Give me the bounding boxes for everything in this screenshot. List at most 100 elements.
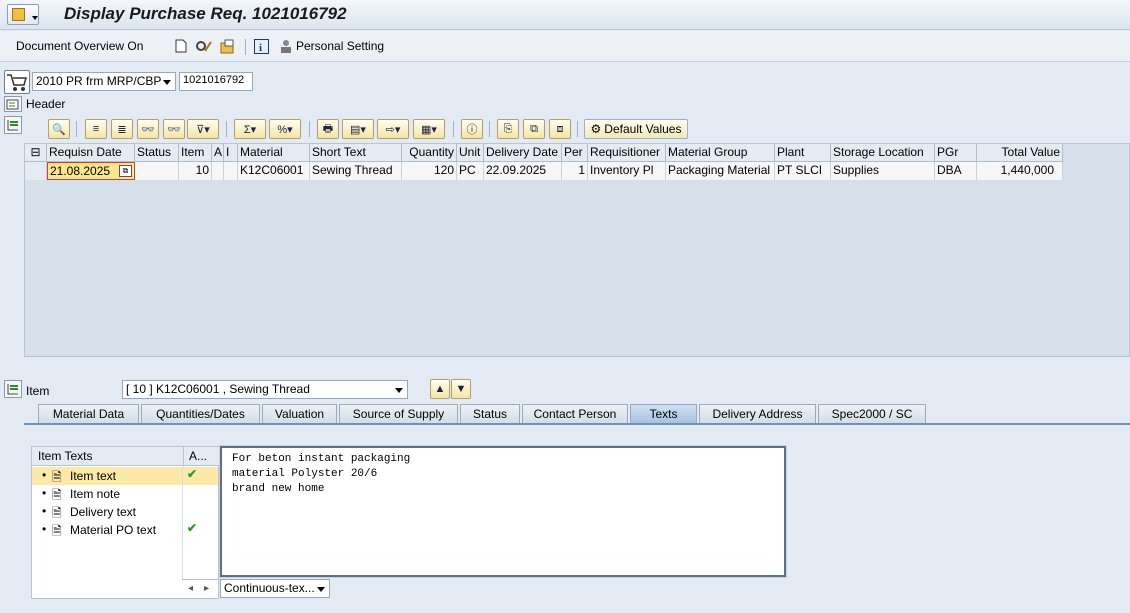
save-variant-icon[interactable]: ⧈: [549, 119, 571, 139]
col-total-value[interactable]: Total Value: [977, 144, 1063, 162]
shopping-cart-icon[interactable]: [4, 70, 30, 94]
col-material[interactable]: Material: [238, 144, 310, 162]
system-menu-button[interactable]: [7, 4, 39, 25]
document-type-select[interactable]: 2010 PR frm MRP/CBP: [32, 72, 176, 91]
text-format-select[interactable]: Continuous-tex...: [220, 579, 330, 598]
item-select[interactable]: [ 10 ] K12C06001 , Sewing Thread: [122, 380, 408, 399]
expand-header-icon[interactable]: [4, 96, 22, 112]
col-status[interactable]: Status: [135, 144, 179, 162]
cell-delivery-date: 22.09.2025: [484, 162, 562, 180]
cell-unit: PC: [457, 162, 484, 180]
items-grid: ⊟ Requisn Date Status Item A I Material …: [24, 143, 1130, 357]
cell-i: [224, 162, 238, 180]
col-a[interactable]: A: [212, 144, 224, 162]
collapse-item-detail-icon[interactable]: [4, 380, 22, 398]
personal-setting-icon[interactable]: [277, 37, 295, 55]
col-short-text[interactable]: Short Text: [310, 144, 402, 162]
text-editor[interactable]: For beton instant packaging material Pol…: [219, 445, 787, 578]
previous-item-button[interactable]: ▲: [430, 379, 450, 399]
text-item-label: Delivery text: [70, 505, 137, 519]
tab-source-of-supply[interactable]: Source of Supply: [339, 404, 458, 423]
header-label: Header: [26, 97, 66, 111]
tab-material-data[interactable]: Material Data: [38, 404, 139, 423]
print-icon[interactable]: 🖶: [317, 119, 339, 139]
col-pgr[interactable]: PGr: [935, 144, 977, 162]
grid-info-icon[interactable]: ⓘ: [461, 119, 483, 139]
col-unit[interactable]: Unit: [457, 144, 484, 162]
row-selector[interactable]: [25, 162, 47, 180]
sort-ascending-icon[interactable]: ≡: [85, 119, 107, 139]
grid-header: ⊟ Requisn Date Status Item A I Material …: [25, 144, 1063, 162]
cell-status: [135, 162, 179, 180]
tab-contact-person[interactable]: Contact Person: [522, 404, 628, 423]
tab-status[interactable]: Status: [460, 404, 520, 423]
text-editor-content[interactable]: For beton instant packaging material Pol…: [222, 448, 784, 501]
tab-quantities-dates[interactable]: Quantities/Dates: [141, 404, 260, 423]
next-item-button[interactable]: ▼: [451, 379, 471, 399]
personal-setting-button[interactable]: Personal Setting: [296, 39, 384, 53]
col-quantity[interactable]: Quantity: [402, 144, 457, 162]
cell-requisitioner: Inventory Pl: [588, 162, 666, 180]
text-item-label: Material PO text: [70, 523, 157, 537]
toolbar-separator: [453, 121, 454, 137]
find-icon[interactable]: 👓: [137, 119, 159, 139]
toolbar-separator: [245, 39, 246, 55]
page-title: Display Purchase Req. 1021016792: [64, 4, 347, 23]
col-delivery-date[interactable]: Delivery Date: [484, 144, 562, 162]
tab-spec2000[interactable]: Spec2000 / SC: [818, 404, 926, 423]
col-requisitioner[interactable]: Requisitioner: [588, 144, 666, 162]
new-document-icon[interactable]: [172, 37, 190, 55]
sum-icon[interactable]: Σ▾: [234, 119, 266, 139]
cell-requisn-date[interactable]: 21.08.2025 ⧉: [47, 162, 135, 180]
toolbar-separator: [309, 121, 310, 137]
cell-short-text: Sewing Thread: [310, 162, 402, 180]
layout-icon[interactable]: ▦▾: [413, 119, 445, 139]
tab-valuation[interactable]: Valuation: [262, 404, 337, 423]
text-item-material-po-text[interactable]: • 🗎 Material PO text ✔: [32, 521, 218, 539]
export-icon[interactable]: ⇨▾: [377, 119, 409, 139]
toolbar-separator: [489, 121, 490, 137]
copy-icon[interactable]: ⎘: [497, 119, 519, 139]
document-overview-button[interactable]: Document Overview On: [16, 39, 143, 53]
item-label: Item: [26, 384, 50, 398]
other-document-icon[interactable]: [219, 37, 237, 55]
display-change-icon[interactable]: [195, 37, 213, 55]
text-item-item-text[interactable]: • 🗎 Item text ✔: [32, 467, 218, 485]
select-all-icon[interactable]: ⊟: [25, 144, 47, 162]
application-toolbar: [0, 31, 1130, 62]
col-i[interactable]: I: [224, 144, 238, 162]
views-icon[interactable]: ▤▾: [342, 119, 374, 139]
tree-scrollbar[interactable]: ◂ ▸: [182, 579, 219, 598]
text-item-delivery-text[interactable]: • 🗎 Delivery text: [32, 503, 218, 521]
text-item-label: Item note: [70, 487, 121, 501]
paste-icon[interactable]: ⧉: [523, 119, 545, 139]
tree-header-item-texts: Item Texts: [38, 449, 93, 463]
cell-material-group: Packaging Material: [666, 162, 775, 180]
table-row[interactable]: 21.08.2025 ⧉ 10 K12C06001 Sewing Thread 1…: [25, 162, 1063, 180]
find-next-icon[interactable]: 👓: [163, 119, 185, 139]
text-item-label: Item text: [70, 469, 117, 483]
default-values-button[interactable]: ⚙ Default Values: [584, 119, 688, 139]
tree-header: Item Texts A...: [32, 447, 220, 466]
document-number-field[interactable]: 1021016792: [179, 72, 253, 91]
info-icon[interactable]: i: [252, 37, 270, 55]
details-icon[interactable]: 🔍: [48, 119, 70, 139]
collapse-items-icon[interactable]: [4, 116, 22, 134]
sort-descending-icon[interactable]: ≣: [111, 119, 133, 139]
col-requisn-date[interactable]: Requisn Date: [47, 144, 135, 162]
checkmark-icon: ✔: [187, 467, 198, 481]
col-storage-location[interactable]: Storage Location: [831, 144, 935, 162]
col-plant[interactable]: Plant: [775, 144, 831, 162]
tab-texts[interactable]: Texts: [630, 404, 697, 423]
cell-material: K12C06001: [238, 162, 310, 180]
col-material-group[interactable]: Material Group: [666, 144, 775, 162]
cell-pgr: DBA: [935, 162, 977, 180]
tab-delivery-address[interactable]: Delivery Address: [699, 404, 816, 423]
filter-icon[interactable]: ⊽▾: [187, 119, 219, 139]
col-per[interactable]: Per: [562, 144, 588, 162]
col-item[interactable]: Item: [179, 144, 212, 162]
subtotal-icon[interactable]: %▾: [269, 119, 301, 139]
text-item-item-note[interactable]: • 🗎 Item note: [32, 485, 218, 503]
calendar-picker-icon[interactable]: ⧉: [119, 165, 132, 177]
svg-text:i: i: [259, 42, 262, 54]
